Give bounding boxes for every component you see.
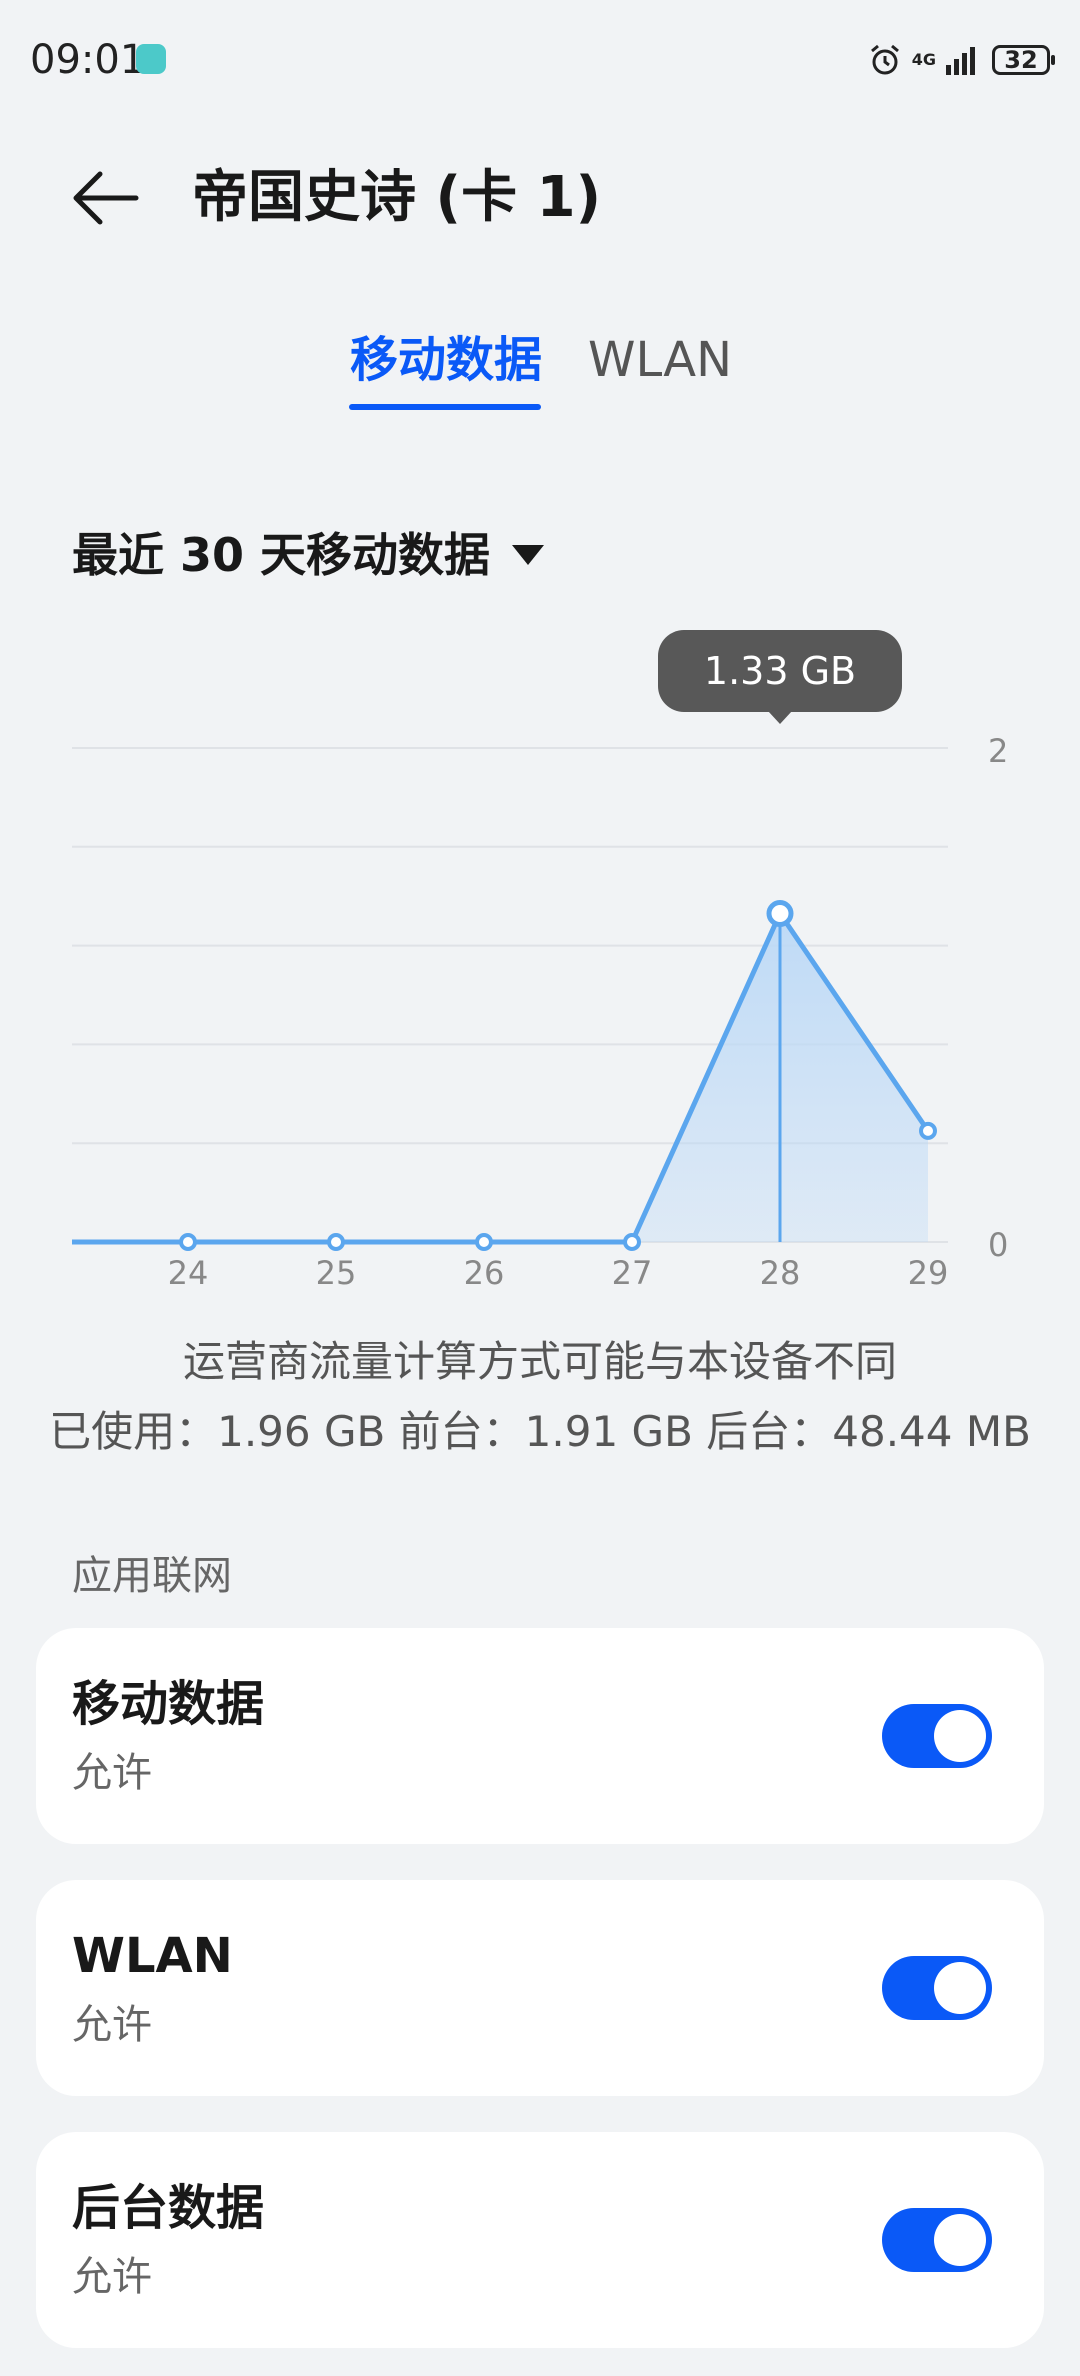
data-point[interactable] [327, 1233, 345, 1251]
tab-wlan[interactable]: WLAN [588, 330, 732, 390]
battery-level: 32 [1004, 46, 1038, 74]
x-tick-label: 25 [316, 1254, 357, 1292]
x-tick-label: 29 [908, 1254, 949, 1292]
download-notification-icon [136, 44, 166, 74]
usage-summary: 已使用：1.96 GB 前台：1.91 GB 后台：48.44 MB [49, 1407, 1031, 1456]
status-time: 09:01 [30, 37, 146, 83]
data-point[interactable] [623, 1233, 641, 1251]
data-point[interactable] [179, 1233, 197, 1251]
setting-subtitle: 允许 [72, 1750, 152, 1796]
x-tick-label: 26 [464, 1254, 505, 1292]
arrow-left-icon [73, 171, 139, 225]
y-tick-label: 2 [988, 732, 1008, 770]
setting-subtitle: 允许 [72, 2002, 152, 2048]
carrier-disclaimer: 运营商流量计算方式可能与本设备不同 [182, 1337, 897, 1386]
x-tick-label: 27 [612, 1254, 653, 1292]
network-type: 4G [911, 50, 936, 69]
data-point[interactable] [766, 899, 794, 927]
signal-icon [946, 47, 975, 75]
setting-subtitle: 允许 [72, 2254, 152, 2300]
area-fill [72, 913, 928, 1242]
caret-down-icon [512, 545, 545, 565]
setting-card-mobile-data[interactable]: 移动数据 允许 [36, 1628, 1044, 1844]
toggle-knob [934, 1962, 986, 2014]
toggle-knob [934, 2214, 986, 2266]
mobile-data-toggle[interactable] [882, 1704, 992, 1768]
tooltip-pointer [768, 711, 792, 724]
battery-icon: 32 [992, 45, 1055, 75]
data-point[interactable] [919, 1121, 937, 1140]
status-icons: 4G 32 [868, 38, 1055, 82]
data-point[interactable] [475, 1233, 493, 1251]
x-tick-label: 28 [760, 1254, 801, 1292]
y-tick-label: 0 [988, 1226, 1008, 1264]
toggle-knob [934, 1710, 986, 1762]
x-tick-label: 24 [168, 1254, 209, 1292]
setting-title: WLAN [72, 1928, 233, 1984]
tab-mobile-data[interactable]: 移动数据 [350, 330, 542, 390]
tab-indicator [349, 404, 541, 410]
wlan-toggle[interactable] [882, 1956, 992, 2020]
setting-card-wlan[interactable]: WLAN 允许 [36, 1880, 1044, 2096]
back-button[interactable] [66, 158, 146, 238]
alarm-icon [870, 44, 899, 75]
page-title: 帝国史诗 (卡 1) [192, 165, 602, 230]
section-label: 应用联网 [72, 1553, 232, 1599]
usage-chart[interactable]: 2 0 24 25 26 27 28 29 1.33 GB [0, 600, 1080, 1300]
setting-title: 移动数据 [72, 1676, 265, 1732]
setting-card-background-data[interactable]: 后台数据 允许 [36, 2132, 1044, 2348]
setting-title: 后台数据 [72, 2180, 265, 2236]
tooltip-label: 1.33 GB [704, 649, 856, 693]
background-data-toggle[interactable] [882, 2208, 992, 2272]
range-selector[interactable]: 最近 30 天移动数据 [72, 520, 545, 590]
range-label: 最近 30 天移动数据 [72, 528, 491, 582]
